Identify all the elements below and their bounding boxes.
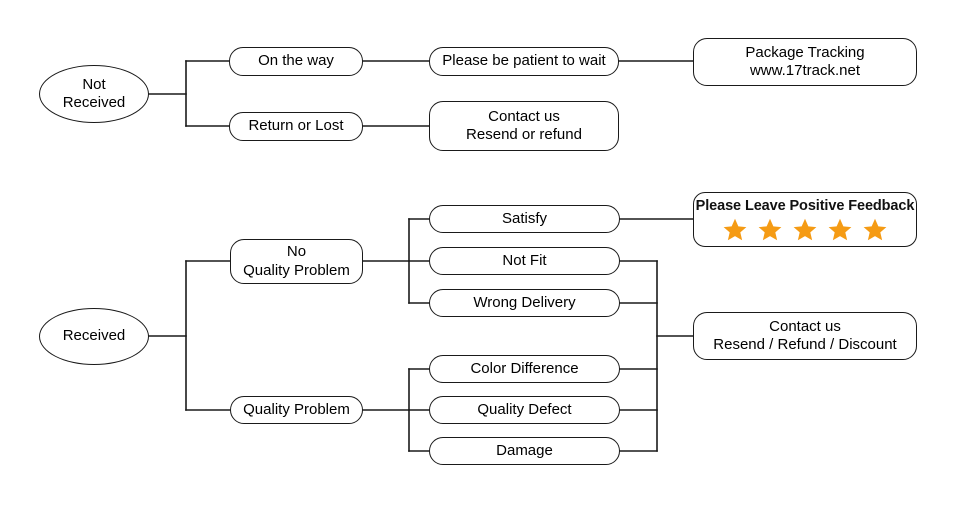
node-contact-us-resend-refund-line1: Contact us [488,107,560,125]
node-color-difference[interactable]: Color Difference [429,355,620,383]
node-quality-problem-label: Quality Problem [243,400,350,418]
node-color-difference-label: Color Difference [470,359,579,377]
node-not-fit-label: Not Fit [502,251,547,269]
node-package-tracking[interactable]: Package Tracking www.17track.net [693,38,917,86]
node-damage-label: Damage [496,441,553,459]
node-quality-defect-label: Quality Defect [477,400,572,418]
node-on-the-way[interactable]: On the way [229,47,363,76]
node-contact-us-resend-refund-line2: Resend or refund [466,126,582,143]
node-satisfy-label: Satisfy [501,209,547,227]
node-package-tracking-url[interactable]: www.17track.net [750,62,860,80]
flowchart-canvas: Not Received On the way Return or Lost P… [0,0,960,513]
node-wrong-delivery-label: Wrong Delivery [473,293,576,311]
node-contact-us-resend-refund-discount[interactable]: Contact us Resend / Refund / Discount [693,312,917,360]
node-contact-us-discount-line1: Contact us [769,317,841,335]
star-rating[interactable] [722,217,888,243]
star-icon[interactable] [862,217,888,243]
node-not-fit[interactable]: Not Fit [429,247,620,275]
star-icon[interactable] [792,217,818,243]
feedback-title: Please Leave Positive Feedback [695,198,915,214]
node-quality-defect[interactable]: Quality Defect [429,396,620,424]
node-no-quality-problem-line1: No [286,243,307,261]
node-contact-us-resend-refund[interactable]: Contact us Resend or refund [429,101,619,151]
node-satisfy[interactable]: Satisfy [429,205,620,233]
node-no-quality-problem[interactable]: No Quality Problem [230,239,363,284]
node-received[interactable]: Received [39,308,149,365]
node-received-label: Received [62,327,126,345]
star-icon[interactable] [827,217,853,243]
node-not-received-line1: Not [82,75,106,93]
node-on-the-way-label: On the way [258,52,334,70]
node-return-or-lost[interactable]: Return or Lost [229,112,363,141]
node-positive-feedback[interactable]: Please Leave Positive Feedback [693,192,917,247]
node-quality-problem[interactable]: Quality Problem [230,396,363,424]
node-not-received[interactable]: Not Received [39,65,149,123]
node-wrong-delivery[interactable]: Wrong Delivery [429,289,620,317]
star-icon[interactable] [757,217,783,243]
node-not-received-line2: Received [62,94,126,111]
node-return-or-lost-label: Return or Lost [248,117,344,135]
node-please-be-patient[interactable]: Please be patient to wait [429,47,619,76]
node-damage[interactable]: Damage [429,437,620,465]
node-package-tracking-line1: Package Tracking [745,43,865,61]
star-icon[interactable] [722,217,748,243]
node-please-be-patient-label: Please be patient to wait [442,52,606,70]
node-contact-us-discount-line2: Resend / Refund / Discount [713,336,897,353]
node-no-quality-problem-line2: Quality Problem [243,261,350,279]
